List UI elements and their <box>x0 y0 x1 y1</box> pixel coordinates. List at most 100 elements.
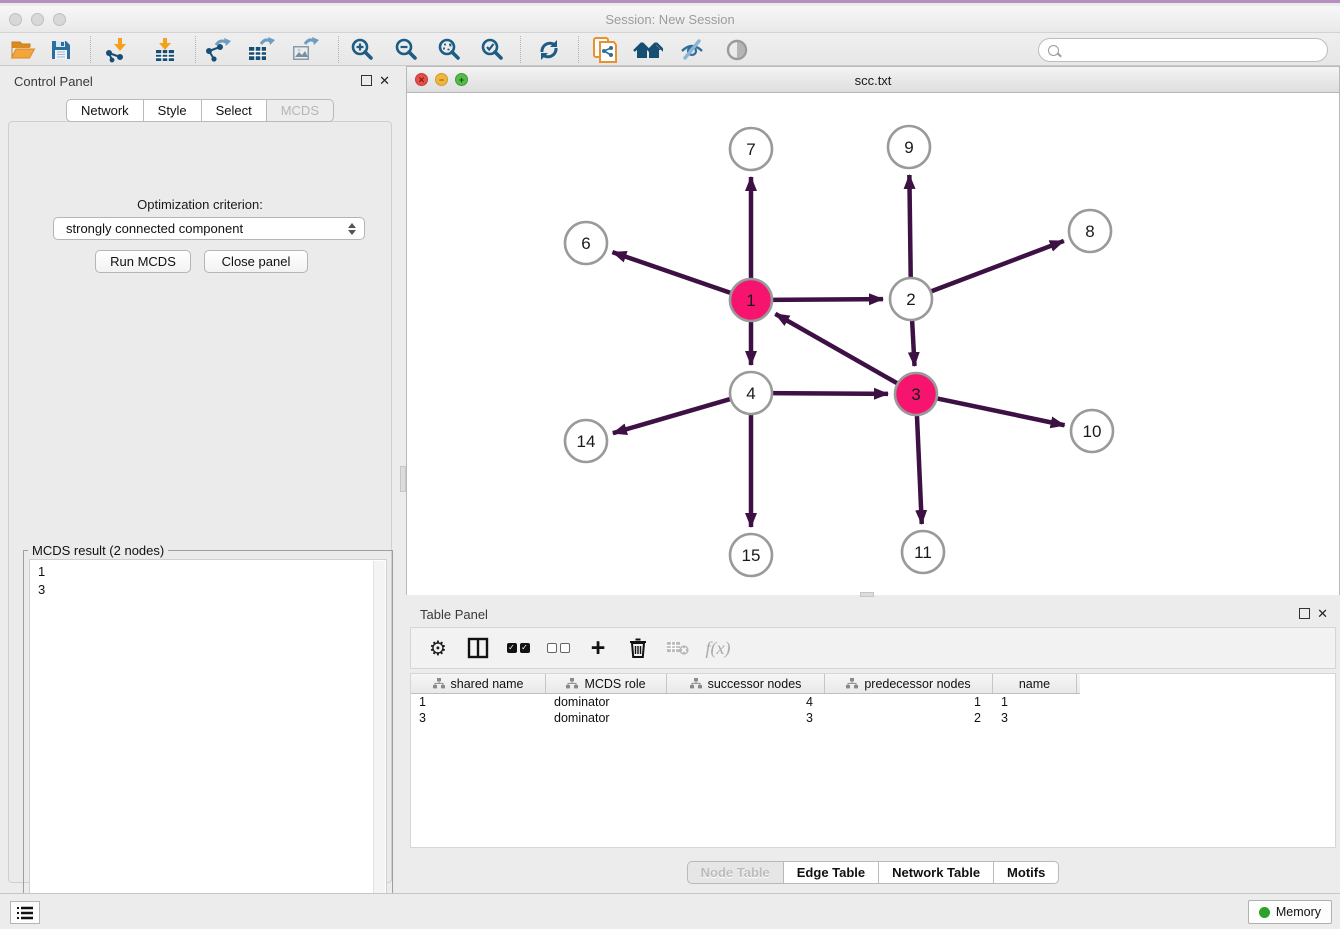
delete-column-icon[interactable] <box>625 635 651 661</box>
search-field[interactable] <box>1038 38 1328 62</box>
export-network-icon[interactable] <box>201 36 235 63</box>
dropdown-stepper-icon <box>348 223 356 235</box>
svg-text:6: 6 <box>581 234 590 253</box>
import-table-icon[interactable] <box>148 36 182 63</box>
mcds-panel: Optimization criterion: strongly connect… <box>8 121 392 883</box>
edge-2-3[interactable] <box>912 318 915 366</box>
tab-node-table[interactable]: Node Table <box>687 861 784 884</box>
network-window-titlebar[interactable]: ✕ − + scc.txt <box>407 67 1339 93</box>
control-panel-tabs: NetworkStyleSelectMCDS <box>0 99 400 122</box>
table-cell[interactable]: 1 <box>993 694 1077 710</box>
result-scrollbar[interactable] <box>373 561 385 919</box>
column-label: predecessor nodes <box>864 677 970 691</box>
horizontal-splitter-grip[interactable] <box>860 592 874 597</box>
function-builder-icon[interactable]: f(x) <box>705 635 731 661</box>
node-2[interactable]: 2 <box>890 278 932 320</box>
hide-details-icon[interactable] <box>675 36 709 63</box>
edge-1-6[interactable] <box>612 252 733 294</box>
zoom-in-icon[interactable] <box>345 36 379 63</box>
node-7[interactable]: 7 <box>730 128 772 170</box>
node-15[interactable]: 15 <box>730 534 772 576</box>
delete-table-icon[interactable] <box>665 635 691 661</box>
save-session-icon[interactable] <box>44 36 78 63</box>
app-titlebar: Session: New Session <box>0 6 1340 33</box>
node-1[interactable]: 1 <box>730 279 772 321</box>
table-row[interactable]: 1dominator411 <box>411 694 1335 710</box>
node-10[interactable]: 10 <box>1071 410 1113 452</box>
search-input[interactable] <box>1063 41 1327 59</box>
table-cell[interactable]: 3 <box>667 710 825 726</box>
node-11[interactable]: 11 <box>902 531 944 573</box>
apply-layout-icon[interactable] <box>532 36 566 63</box>
edge-3-1[interactable] <box>775 314 899 385</box>
close-panel-button[interactable]: Close panel <box>204 250 308 273</box>
add-column-icon[interactable]: + <box>585 635 611 661</box>
column-header-name[interactable]: name <box>993 674 1077 693</box>
mcds-result-text[interactable]: 13 <box>29 559 387 921</box>
float-table-panel-icon[interactable] <box>1299 608 1310 619</box>
split-view-icon[interactable] <box>465 635 491 661</box>
table-cell[interactable]: 4 <box>667 694 825 710</box>
column-header-MCDS-role[interactable]: MCDS role <box>546 674 667 693</box>
network-canvas[interactable]: 7 9 6 8 1 2 4 3 14 10 15 11 <box>407 93 1339 595</box>
svg-text:15: 15 <box>742 546 761 565</box>
tab-select[interactable]: Select <box>202 99 267 122</box>
edge-2-9[interactable] <box>909 175 910 280</box>
criterion-dropdown[interactable]: strongly connected component <box>53 217 365 240</box>
column-label: shared name <box>451 677 524 691</box>
column-header-predecessor-nodes[interactable]: predecessor nodes <box>825 674 993 693</box>
export-image-icon[interactable] <box>288 36 322 63</box>
tab-style[interactable]: Style <box>144 99 202 122</box>
table-cell[interactable]: 3 <box>993 710 1077 726</box>
node-3[interactable]: 3 <box>895 373 937 415</box>
window-title: Session: New Session <box>0 12 1340 27</box>
node-9[interactable]: 9 <box>888 126 930 168</box>
node-8[interactable]: 8 <box>1069 210 1111 252</box>
tab-mcds[interactable]: MCDS <box>267 99 334 122</box>
task-history-button[interactable] <box>10 901 40 924</box>
edge-4-14[interactable] <box>613 398 733 433</box>
edge-4-3[interactable] <box>770 393 888 394</box>
tab-network[interactable]: Network <box>66 99 144 122</box>
table-cell[interactable]: dominator <box>546 710 667 726</box>
table-row[interactable]: 3dominator323 <box>411 710 1335 726</box>
table-cell[interactable]: 1 <box>411 694 546 710</box>
memory-button[interactable]: Memory <box>1248 900 1332 924</box>
network-graph[interactable]: 7 9 6 8 1 2 4 3 14 10 15 11 <box>407 93 1339 595</box>
column-header-shared-name[interactable]: shared name <box>411 674 546 693</box>
show-details-icon[interactable] <box>720 36 754 63</box>
tab-motifs[interactable]: Motifs <box>994 861 1059 884</box>
mcds-result-box: MCDS result (2 nodes) 13 <box>23 550 393 927</box>
run-mcds-button[interactable]: Run MCDS <box>95 250 191 273</box>
column-settings-icon[interactable]: ⚙ <box>425 635 451 661</box>
clone-network-icon[interactable] <box>588 36 622 63</box>
node-4[interactable]: 4 <box>730 372 772 414</box>
optimization-criterion-label: Optimization criterion: <box>9 197 391 212</box>
import-network-icon[interactable] <box>100 36 134 63</box>
close-table-panel-icon[interactable]: ✕ <box>1317 607 1328 620</box>
table-cell[interactable]: 2 <box>825 710 993 726</box>
table-cell[interactable]: dominator <box>546 694 667 710</box>
tab-edge-table[interactable]: Edge Table <box>784 861 879 884</box>
zoom-out-icon[interactable] <box>389 36 423 63</box>
tab-network-table[interactable]: Network Table <box>879 861 994 884</box>
edge-2-8[interactable] <box>929 241 1064 292</box>
home-icon[interactable] <box>631 36 665 63</box>
column-header-successor-nodes[interactable]: successor nodes <box>667 674 825 693</box>
mcds-result-line: 3 <box>38 581 386 599</box>
open-file-icon[interactable] <box>6 36 40 63</box>
node-6[interactable]: 6 <box>565 222 607 264</box>
node-14[interactable]: 14 <box>565 420 607 462</box>
zoom-selected-icon[interactable] <box>475 36 509 63</box>
export-table-icon[interactable] <box>244 36 278 63</box>
zoom-fit-icon[interactable] <box>432 36 466 63</box>
edge-1-2[interactable] <box>770 299 883 300</box>
edge-3-10[interactable] <box>935 398 1065 425</box>
table-cell[interactable]: 1 <box>825 694 993 710</box>
float-panel-icon[interactable] <box>361 75 372 86</box>
deselect-all-icon[interactable] <box>545 635 571 661</box>
edge-3-11[interactable] <box>917 413 922 524</box>
select-all-icon[interactable]: ✓✓ <box>505 635 531 661</box>
close-panel-icon[interactable]: ✕ <box>379 74 390 87</box>
table-cell[interactable]: 3 <box>411 710 546 726</box>
